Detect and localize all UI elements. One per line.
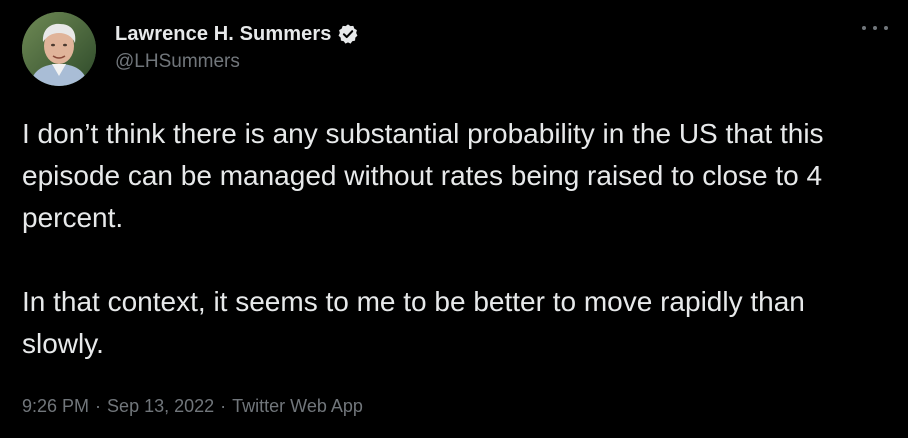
verified-badge-icon (337, 23, 359, 45)
more-dot (884, 26, 888, 30)
more-dot (873, 26, 877, 30)
more-dot (862, 26, 866, 30)
avatar-image (22, 12, 96, 86)
author-handle[interactable]: @LHSummers (115, 51, 359, 73)
tweet-source[interactable]: Twitter Web App (232, 396, 363, 416)
tweet-metadata: 9:26 PM · Sep 13, 2022 · Twitter Web App (22, 396, 363, 417)
tweet-paragraph-1: I don’t think there is any substantial p… (22, 118, 824, 233)
tweet-time[interactable]: 9:26 PM (22, 396, 89, 416)
more-options-icon[interactable] (862, 20, 888, 36)
tweet-date[interactable]: Sep 13, 2022 (107, 396, 214, 416)
author-name-row: Lawrence H. Summers (115, 21, 359, 47)
tweet-text: I don’t think there is any substantial p… (22, 113, 882, 365)
avatar[interactable] (22, 12, 96, 86)
author-info: Lawrence H. Summers @LHSummers (115, 21, 359, 73)
tweet-header: Lawrence H. Summers @LHSummers (22, 12, 872, 88)
separator: · (95, 396, 102, 416)
author-name[interactable]: Lawrence H. Summers (115, 23, 331, 46)
separator: · (220, 396, 227, 416)
tweet-paragraph-2: In that context, it seems to me to be be… (22, 286, 805, 359)
tweet-card: Lawrence H. Summers @LHSummers I don’t t… (0, 0, 908, 438)
